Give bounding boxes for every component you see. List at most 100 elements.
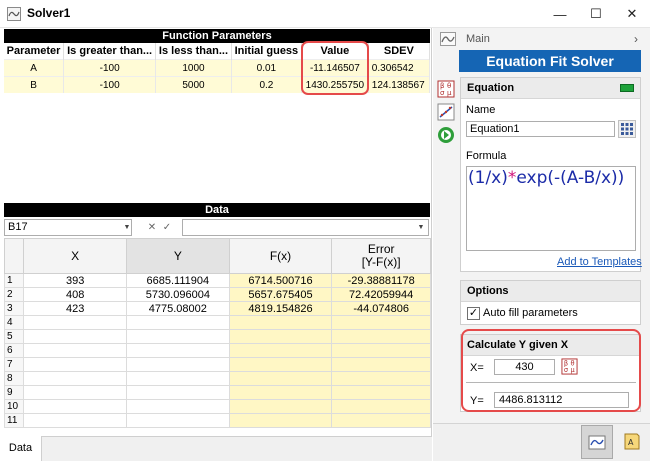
cell-error[interactable] (331, 343, 431, 358)
cancel-edit-icon[interactable]: ✕ (145, 219, 159, 236)
cell-y[interactable] (125, 371, 230, 386)
cell-y[interactable] (125, 413, 230, 428)
maximize-button[interactable]: ☐ (578, 0, 614, 28)
add-to-templates-link[interactable]: Add to Templates (557, 256, 642, 268)
main-view-button[interactable] (581, 425, 613, 459)
name-label: Name (466, 104, 496, 116)
tab-data[interactable]: Data (0, 436, 42, 461)
param-greater-than[interactable]: -100 (63, 59, 157, 77)
cell-x[interactable]: 393 (23, 273, 127, 288)
cell-error[interactable]: -29.38881178 (331, 273, 431, 288)
solve-icon[interactable] (437, 126, 455, 144)
row-number: 4 (3, 315, 25, 330)
cell-x[interactable] (23, 343, 127, 358)
notes-icon[interactable]: A (617, 425, 647, 459)
cell-error[interactable] (331, 371, 431, 386)
col-header-greater-than: Is greater than... (63, 43, 157, 60)
col-header-sdev: SDEV (368, 43, 431, 60)
cell-fx[interactable]: 5657.675405 (228, 287, 333, 302)
cell-fx[interactable]: 6714.500716 (228, 273, 333, 288)
table-row[interactable]: 11 (3, 413, 431, 428)
cell-fx[interactable] (228, 343, 333, 358)
svg-text:A: A (628, 438, 634, 447)
equation-name-input[interactable]: Equation1 (466, 121, 615, 137)
table-row[interactable]: 8 (3, 371, 431, 386)
table-row[interactable]: 9 (3, 385, 431, 400)
cell-y[interactable] (125, 357, 230, 372)
cell-fx[interactable] (228, 371, 333, 386)
col-header-fx[interactable]: F(x) (228, 238, 333, 274)
cell-fx[interactable] (228, 357, 333, 372)
table-row[interactable]: 6 (3, 343, 431, 358)
cell-fx[interactable] (228, 399, 333, 414)
x-value-input[interactable]: 430 (494, 359, 555, 375)
cell-x[interactable] (23, 385, 127, 400)
cell-error[interactable] (331, 357, 431, 372)
cell-x[interactable] (23, 329, 127, 344)
param-initial-guess[interactable]: 0.2 (231, 76, 302, 93)
cell-y[interactable]: 6685.111904 (125, 273, 230, 288)
close-button[interactable]: ✕ (614, 0, 650, 28)
cell-fx[interactable] (228, 385, 333, 400)
table-row[interactable]: 2 408 5730.096004 5657.675405 72.42059944 (3, 287, 431, 302)
cell-fx[interactable] (228, 413, 333, 428)
curve-icon (440, 32, 456, 46)
formula-part-1: (1/x) (468, 168, 508, 188)
chevron-down-icon[interactable]: ▼ (415, 219, 427, 236)
col-header-y[interactable]: Y (125, 238, 230, 274)
cell-error[interactable] (331, 413, 431, 428)
cell-y[interactable]: 5730.096004 (125, 287, 230, 302)
cell-error[interactable]: -44.074806 (331, 301, 431, 316)
chevron-right-icon[interactable]: › (634, 32, 638, 46)
confirm-edit-icon[interactable]: ✓ (160, 219, 174, 236)
cell-x[interactable] (23, 315, 127, 330)
param-less-than[interactable]: 1000 (155, 59, 232, 77)
row-number: 7 (3, 357, 25, 372)
auto-fill-checkbox[interactable]: ✓ (467, 307, 480, 320)
col-header-x[interactable]: X (23, 238, 127, 274)
options-group-title: Options (461, 281, 640, 302)
cell-y[interactable]: 4775.08002 (125, 301, 230, 316)
y-value-output[interactable]: 4486.813112 (494, 392, 629, 408)
grid-picker-icon[interactable] (618, 120, 636, 138)
chevron-down-icon[interactable]: ▼ (122, 219, 132, 236)
cell-x[interactable]: 408 (23, 287, 127, 302)
parameters-icon[interactable]: βθσμ (437, 80, 455, 98)
cell-error[interactable] (331, 329, 431, 344)
param-initial-guess[interactable]: 0.01 (231, 59, 302, 77)
cell-y[interactable] (125, 385, 230, 400)
cell-reference-box[interactable]: B17 (4, 219, 132, 236)
table-row[interactable]: 1 393 6685.111904 6714.500716 -29.38881178 (3, 273, 431, 288)
cell-x[interactable] (23, 413, 127, 428)
cell-x[interactable] (23, 371, 127, 386)
cell-fx[interactable] (228, 329, 333, 344)
param-less-than[interactable]: 5000 (155, 76, 232, 93)
cell-y[interactable] (125, 399, 230, 414)
panel-main-label[interactable]: Main (466, 33, 490, 45)
cell-error[interactable] (331, 385, 431, 400)
formula-bar-input[interactable] (182, 219, 429, 236)
table-row[interactable]: 7 (3, 357, 431, 372)
cell-error[interactable] (331, 315, 431, 330)
cell-y[interactable] (125, 315, 230, 330)
row-number: 3 (3, 301, 25, 316)
table-row[interactable]: 4 (3, 315, 431, 330)
cell-fx[interactable]: 4819.154826 (228, 301, 333, 316)
minimize-button[interactable]: — (542, 0, 578, 28)
value-column-highlight (301, 41, 369, 95)
cell-y[interactable] (125, 329, 230, 344)
cell-fx[interactable] (228, 315, 333, 330)
table-row[interactable]: 5 (3, 329, 431, 344)
cell-x[interactable]: 423 (23, 301, 127, 316)
table-row[interactable]: 10 (3, 399, 431, 414)
cell-error[interactable]: 72.42059944 (331, 287, 431, 302)
param-greater-than[interactable]: -100 (63, 76, 157, 93)
cell-x[interactable] (23, 357, 127, 372)
table-row[interactable]: 3 423 4775.08002 4819.154826 -44.074806 (3, 301, 431, 316)
cell-x[interactable] (23, 399, 127, 414)
col-header-error[interactable]: Error [Y-F(x)] (331, 238, 431, 274)
plot-icon[interactable] (437, 103, 455, 121)
cell-y[interactable] (125, 343, 230, 358)
cell-error[interactable] (331, 399, 431, 414)
parameters-icon[interactable]: βθσμ (561, 358, 578, 375)
